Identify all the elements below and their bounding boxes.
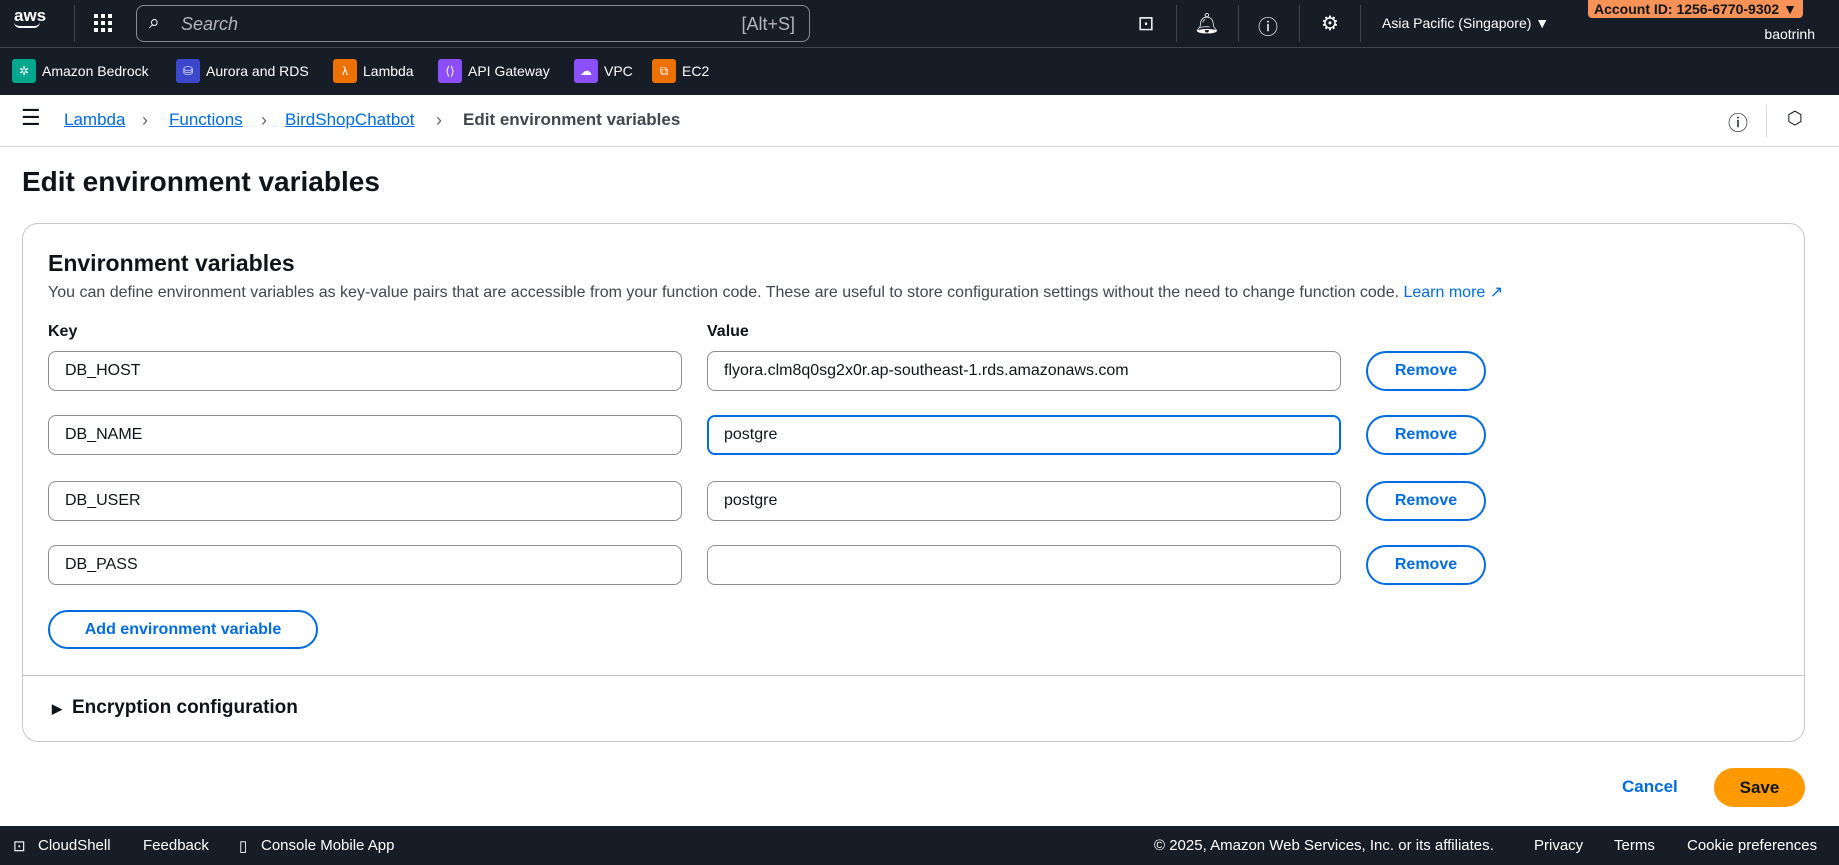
key-label: Key	[48, 323, 78, 340]
section-description: You can define environment variables as …	[48, 282, 1503, 302]
key-input[interactable]: DB_USER	[48, 481, 682, 521]
remove-button[interactable]: Remove	[1366, 415, 1486, 455]
region-selector[interactable]: Asia Pacific (Singapore) ▼	[1382, 15, 1549, 31]
remove-button[interactable]: Remove	[1366, 351, 1486, 391]
mobile-icon: ▯	[239, 838, 248, 855]
section-title: Environment variables	[48, 250, 295, 276]
page-title: Edit environment variables	[22, 166, 380, 197]
api-gateway-icon: ⟨⟩	[438, 59, 462, 83]
caret-right-icon: ▶	[52, 701, 62, 716]
breadcrumb-function[interactable]: BirdShopChatbot	[285, 110, 414, 130]
copyright: © 2025, Amazon Web Services, Inc. or its…	[1154, 837, 1494, 854]
favorite-label: Amazon Bedrock	[42, 63, 149, 79]
add-environment-variable-button[interactable]: Add environment variable	[48, 610, 318, 649]
encryption-configuration-toggle[interactable]: ▶ Encryption configuration	[52, 697, 298, 719]
favorite-label: EC2	[682, 63, 710, 79]
footer: ⊡ CloudShell Feedback ▯ Console Mobile A…	[0, 826, 1839, 865]
search-shortcut: [Alt+S]	[741, 14, 795, 34]
cookie-preferences-link[interactable]: Cookie preferences	[1687, 837, 1817, 854]
account-menu[interactable]: Account ID: 1256-6770-9302 ▼	[1588, 0, 1803, 18]
external-link-icon: ↗	[1489, 284, 1504, 301]
cloudshell-icon[interactable]: ⊡	[1131, 11, 1161, 36]
value-input[interactable]: flyora.clm8q0sg2x0r.ap-southeast-1.rds.a…	[707, 351, 1341, 391]
vpc-icon: ☁	[574, 59, 598, 83]
terms-link[interactable]: Terms	[1614, 837, 1655, 854]
services-menu-icon[interactable]	[94, 14, 112, 32]
divider	[23, 675, 1804, 676]
settings-hexagon-icon[interactable]: ⬡	[1787, 108, 1803, 129]
chevron-right-icon: ›	[261, 110, 267, 130]
rds-icon: ⛁	[176, 59, 200, 83]
divider	[74, 5, 75, 42]
chevron-right-icon: ›	[142, 110, 148, 130]
favorite-bedrock[interactable]: ✲ Amazon Bedrock	[12, 59, 149, 83]
favorite-ec2[interactable]: ⧉ EC2	[652, 59, 709, 83]
key-input[interactable]: DB_PASS	[48, 545, 682, 585]
favorites-bar: ✲ Amazon Bedrock ⛁ Aurora and RDS λ Lambda …	[0, 47, 1839, 95]
feedback-link[interactable]: Feedback	[143, 837, 209, 854]
search-input[interactable]: ⌕ Search [Alt+S]	[136, 5, 810, 42]
value-input[interactable]: postgre	[707, 481, 1341, 521]
value-label: Value	[707, 323, 749, 340]
lambda-icon: λ	[333, 59, 357, 83]
remove-button[interactable]: Remove	[1366, 545, 1486, 585]
bell-icon[interactable]: 🔔︎	[1192, 11, 1222, 36]
cloudshell-link[interactable]: CloudShell	[38, 837, 111, 854]
favorite-label: API Gateway	[468, 63, 550, 79]
favorite-vpc[interactable]: ☁ VPC	[574, 59, 633, 83]
gear-icon[interactable]: ⚙	[1315, 11, 1345, 36]
cloudshell-icon[interactable]: ⊡	[13, 837, 26, 855]
logo-text: aws	[14, 6, 47, 25]
favorite-rds[interactable]: ⛁ Aurora and RDS	[176, 59, 309, 83]
aws-logo[interactable]: aws	[14, 6, 46, 28]
value-input[interactable]: postgre	[707, 415, 1341, 455]
mobile-app-link[interactable]: Console Mobile App	[261, 837, 394, 854]
learn-more-link[interactable]: Learn more	[1403, 284, 1485, 301]
description-text: You can define environment variables as …	[48, 284, 1400, 301]
value-input[interactable]	[707, 545, 1341, 585]
encryption-label: Encryption configuration	[72, 697, 298, 718]
breadcrumb-current: Edit environment variables	[463, 110, 681, 129]
search-placeholder: Search	[181, 14, 239, 34]
remove-button[interactable]: Remove	[1366, 481, 1486, 521]
breadcrumb-lambda[interactable]: Lambda	[64, 110, 125, 130]
key-input[interactable]: DB_HOST	[48, 351, 682, 391]
help-icon[interactable]: ⓘ	[1253, 11, 1283, 40]
favorite-label: Aurora and RDS	[206, 63, 309, 79]
favorite-label: Lambda	[363, 63, 414, 79]
favorite-label: VPC	[604, 63, 633, 79]
search-icon: ⌕	[149, 12, 160, 33]
ec2-icon: ⧉	[652, 59, 676, 83]
breadcrumb-bar: ☰ Lambda › Functions › BirdShopChatbot ›…	[0, 95, 1839, 147]
top-navigation: aws ⌕ Search [Alt+S] ⊡ 🔔︎ ⓘ ⚙ Asia Pacif…	[0, 0, 1839, 47]
cancel-button[interactable]: Cancel	[1622, 777, 1678, 797]
chevron-right-icon: ›	[436, 110, 442, 130]
username[interactable]: baotrinh	[1764, 26, 1815, 42]
breadcrumb-functions[interactable]: Functions	[169, 110, 243, 130]
bedrock-icon: ✲	[12, 59, 36, 83]
privacy-link[interactable]: Privacy	[1534, 837, 1583, 854]
key-input[interactable]: DB_NAME	[48, 415, 682, 455]
hamburger-menu-icon[interactable]: ☰	[21, 105, 41, 131]
info-icon[interactable]: ⓘ	[1728, 107, 1748, 136]
save-button[interactable]: Save	[1714, 768, 1805, 807]
favorite-lambda[interactable]: λ Lambda	[333, 59, 414, 83]
favorite-api-gateway[interactable]: ⟨⟩ API Gateway	[438, 59, 550, 83]
